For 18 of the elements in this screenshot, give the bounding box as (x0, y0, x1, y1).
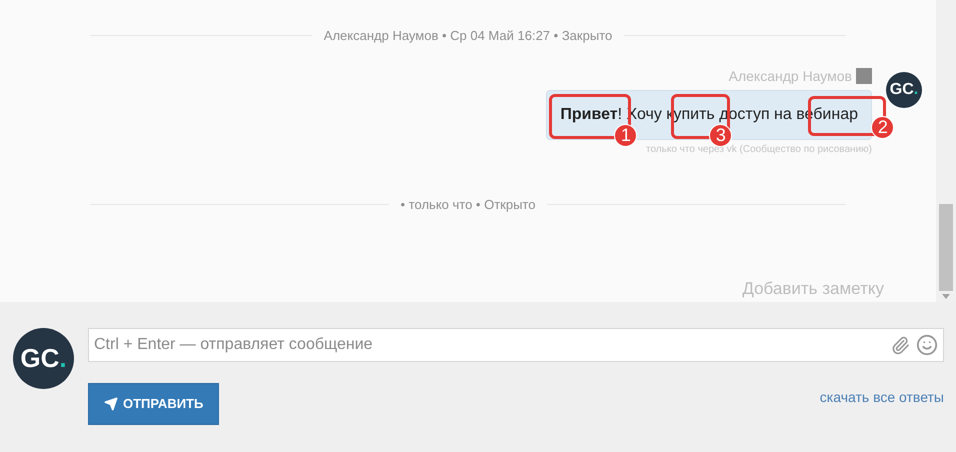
message-input[interactable]: Ctrl + Enter — отправляет сообщение (94, 333, 891, 357)
annotation-badge: 2 (871, 116, 894, 138)
author-name: Александр Наумов (728, 66, 852, 86)
send-button[interactable]: ОТПРАВИТЬ (88, 383, 220, 425)
download-answers-link[interactable]: скачать все ответы (820, 387, 944, 408)
scrollbar-thumb[interactable] (939, 204, 953, 291)
annotation-badge: 3 (709, 124, 732, 146)
author-photo (856, 68, 872, 84)
smiley-icon[interactable] (916, 334, 938, 356)
avatar-logo: GC. (13, 328, 74, 389)
message-field[interactable]: Ctrl + Enter — отправляет сообщение (88, 328, 944, 362)
scroll-down-icon[interactable] (942, 294, 950, 299)
send-icon (104, 397, 118, 411)
status-separator-label: • только что • Открыто (400, 196, 536, 214)
avatar-logo: GC. (886, 72, 922, 108)
paperclip-icon[interactable] (891, 336, 910, 354)
separator-label: Александр Наумов • Ср 04 Май 16:27 • Закрыто (324, 27, 612, 45)
annotation-badge: 1 (614, 124, 638, 146)
